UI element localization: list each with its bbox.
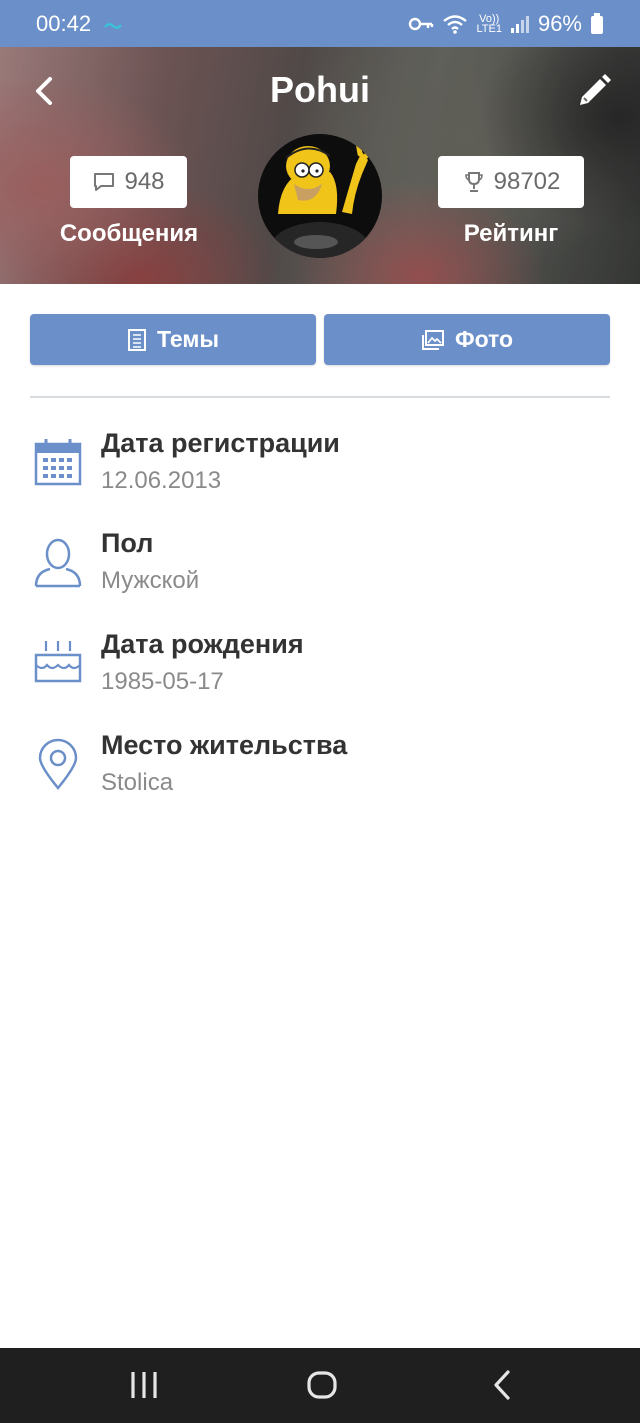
trophy-icon [464, 172, 483, 192]
volte-label: Vo)) [479, 12, 500, 25]
status-time: 00:42 [36, 10, 92, 36]
info-row-registration-date: Дата регистрации 12.06.2013 [0, 420, 640, 520]
rating-count: 98702 [493, 168, 561, 195]
battery-icon [590, 12, 604, 35]
birth-date-label: Дата рождения [101, 629, 304, 659]
lte-label: LTE1 [476, 22, 502, 35]
edit-button[interactable] [572, 71, 614, 113]
birth-date-value: 1985-05-17 [101, 668, 224, 695]
registration-date-label: Дата регистрации [101, 428, 340, 458]
tilde-indicator-icon [103, 11, 123, 37]
recent-apps-button[interactable] [128, 1368, 160, 1407]
birthday-cake-icon [34, 641, 82, 683]
divider [30, 396, 610, 398]
gender-value: Мужской [101, 567, 200, 594]
home-icon [307, 1371, 337, 1399]
system-nav-bar [0, 1348, 640, 1423]
pencil-icon [580, 74, 611, 105]
location-value: Stolica [101, 769, 174, 796]
messages-label: Сообщения [59, 220, 199, 247]
info-row-gender: Пол Мужской [0, 520, 640, 620]
profile-name: Pohui [270, 69, 370, 110]
home-button[interactable] [305, 1368, 339, 1407]
person-icon [34, 538, 82, 588]
signal-icon [510, 14, 530, 34]
back-arrow-icon [494, 1370, 510, 1400]
location-label: Место жительства [101, 730, 348, 760]
system-back-button[interactable] [486, 1368, 518, 1407]
photo-icon [421, 329, 444, 350]
info-row-birth-date: Дата рождения 1985-05-17 [0, 621, 640, 721]
messages-count: 948 [124, 168, 165, 195]
avatar [258, 134, 382, 258]
document-icon [127, 328, 146, 351]
profile-header: Pohui 948 Сообщения 98702 Рейтинг [0, 47, 640, 284]
registration-date-value: 12.06.2013 [101, 467, 222, 494]
recent-apps-icon [131, 1372, 157, 1398]
messages-count-box[interactable]: 948 [70, 156, 187, 208]
rating-count-box[interactable]: 98702 [438, 156, 584, 208]
topics-button[interactable]: Темы [30, 314, 316, 365]
photo-button[interactable]: Фото [324, 314, 610, 365]
status-bar: 00:42 Vo)) LTE1 96% [0, 0, 640, 47]
rating-label: Рейтинг [463, 220, 559, 247]
topics-label: Темы [156, 326, 220, 352]
network-type-label: Vo)) LTE1 [476, 12, 502, 35]
photo-label: Фото [454, 326, 514, 352]
battery-percent: 96% [537, 10, 582, 36]
speech-bubble-icon [94, 173, 115, 191]
calendar-icon [34, 439, 82, 486]
gender-label: Пол [101, 528, 154, 558]
location-pin-icon [38, 738, 78, 790]
vpn-key-icon [408, 16, 434, 32]
wifi-icon [442, 13, 468, 35]
info-row-location: Место жительства Stolica [0, 722, 640, 822]
